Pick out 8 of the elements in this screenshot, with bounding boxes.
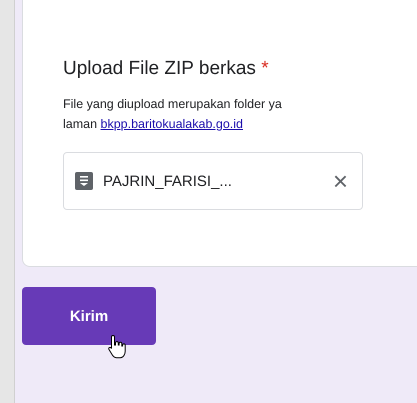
question-title: Upload File ZIP berkas * [63,58,270,80]
submit-button[interactable]: Kirim [22,287,156,345]
document-icon [75,172,93,190]
website-link[interactable]: bkpp.baritokualakab.go.id [100,117,243,131]
file-name: PAJRIN_FARISI_... [103,172,232,190]
hand-cursor-icon [107,334,127,360]
remove-file-button[interactable]: × [328,168,352,194]
question-description: File yang diupload merupakan folder ya laman bkpp.baritokualakab.go.id [63,96,283,133]
